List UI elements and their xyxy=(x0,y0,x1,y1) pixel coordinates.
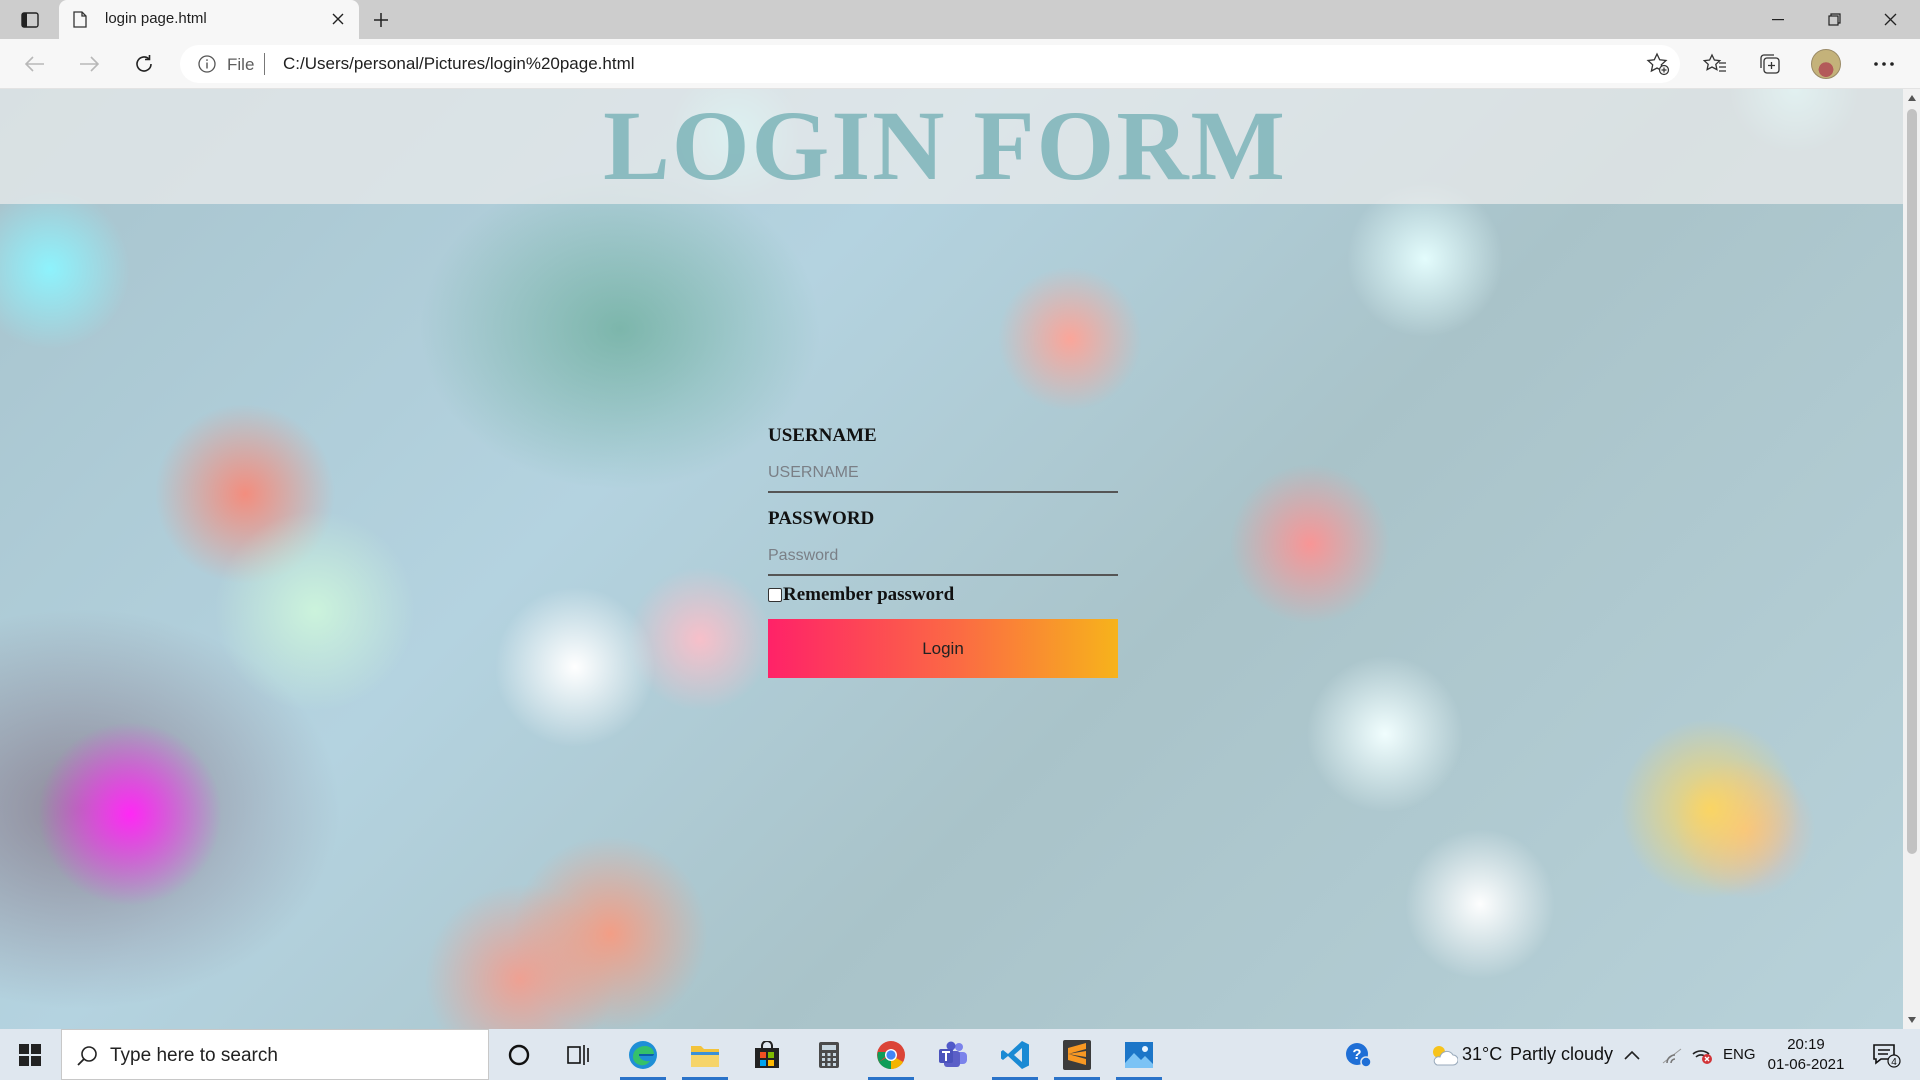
search-placeholder: Type here to search xyxy=(110,1045,278,1066)
back-icon[interactable] xyxy=(18,47,52,81)
remember-row: Remember password xyxy=(768,584,1118,606)
edge-icon[interactable] xyxy=(614,1029,672,1080)
vscode-icon[interactable] xyxy=(986,1029,1044,1080)
network-error-icon[interactable] xyxy=(1682,1029,1722,1080)
clock[interactable]: 20:19 01-06-2021 xyxy=(1766,1035,1846,1075)
browser-tab[interactable]: login page.html xyxy=(59,0,359,39)
cortana-icon[interactable] xyxy=(490,1029,548,1080)
remember-checkbox[interactable] xyxy=(768,588,782,602)
more-options-icon[interactable] xyxy=(1868,48,1900,80)
windows-start-icon[interactable] xyxy=(0,1029,60,1080)
taskbar-search[interactable]: Type here to search xyxy=(61,1029,489,1080)
login-button[interactable]: Login xyxy=(768,619,1118,678)
help-icon[interactable]: ? xyxy=(1330,1029,1388,1080)
vertical-scrollbar[interactable] xyxy=(1903,89,1920,1029)
new-tab-icon[interactable] xyxy=(366,6,396,34)
sublime-icon[interactable] xyxy=(1048,1029,1106,1080)
page-icon xyxy=(73,11,87,33)
info-icon[interactable] xyxy=(198,55,216,78)
clock-date: 01-06-2021 xyxy=(1767,1056,1845,1073)
search-icon xyxy=(76,1045,98,1072)
language-indicator[interactable]: ENG xyxy=(1723,1046,1756,1063)
tab-actions-icon[interactable] xyxy=(14,6,46,34)
teams-icon[interactable] xyxy=(924,1029,982,1080)
page-viewport: LOGIN FORM USERNAME PASSWORD Remember pa… xyxy=(0,89,1903,1029)
page-title: LOGIN FORM xyxy=(603,90,1287,201)
tab-title: login page.html xyxy=(105,10,207,27)
address-bar[interactable]: File C:/Users/personal/Pictures/login%20… xyxy=(180,45,1680,83)
chevron-up-icon[interactable] xyxy=(1612,1029,1652,1080)
scroll-down-icon[interactable] xyxy=(1906,1014,1918,1026)
password-label: PASSWORD xyxy=(768,508,875,529)
refresh-icon[interactable] xyxy=(127,47,161,81)
scroll-up-icon[interactable] xyxy=(1906,92,1918,104)
calculator-icon[interactable] xyxy=(800,1029,858,1080)
url-text[interactable]: C:/Users/personal/Pictures/login%20page.… xyxy=(283,54,635,74)
username-label: USERNAME xyxy=(768,425,877,446)
remember-label[interactable]: Remember password xyxy=(783,584,954,606)
store-icon[interactable] xyxy=(738,1029,796,1080)
photos-icon[interactable] xyxy=(1110,1029,1168,1080)
close-tab-icon[interactable] xyxy=(327,8,349,30)
collections-icon[interactable] xyxy=(1754,48,1786,80)
address-divider xyxy=(264,53,265,75)
browser-toolbar: File C:/Users/personal/Pictures/login%20… xyxy=(0,39,1920,89)
page-header: LOGIN FORM xyxy=(0,89,1903,204)
login-form: USERNAME PASSWORD Remember password Logi… xyxy=(768,425,1118,678)
tab-bar: login page.html xyxy=(0,0,1920,39)
chrome-icon[interactable] xyxy=(862,1029,920,1080)
favorites-icon[interactable] xyxy=(1699,48,1731,80)
clock-time: 20:19 xyxy=(1787,1036,1825,1053)
password-input[interactable] xyxy=(768,532,1118,576)
add-favorite-icon[interactable] xyxy=(1646,52,1670,81)
taskbar: Type here to search ? 31°C Partly cloudy xyxy=(0,1029,1920,1080)
file-explorer-icon[interactable] xyxy=(676,1029,734,1080)
minimize-icon[interactable] xyxy=(1750,0,1806,39)
notification-count: 4 xyxy=(1891,1057,1897,1068)
forward-icon[interactable] xyxy=(72,47,106,81)
weather-temp[interactable]: 31°C xyxy=(1462,1044,1502,1065)
close-window-icon[interactable] xyxy=(1862,0,1918,39)
profile-avatar[interactable] xyxy=(1810,48,1842,80)
weather-desc[interactable]: Partly cloudy xyxy=(1510,1044,1613,1065)
svg-text:?: ? xyxy=(1352,1046,1361,1063)
address-scheme: File xyxy=(227,55,255,74)
task-view-icon[interactable] xyxy=(550,1029,608,1080)
notification-icon[interactable]: 4 xyxy=(1858,1029,1916,1080)
restore-icon[interactable] xyxy=(1806,0,1862,39)
scrollbar-thumb[interactable] xyxy=(1907,109,1917,854)
username-input[interactable] xyxy=(768,449,1118,493)
